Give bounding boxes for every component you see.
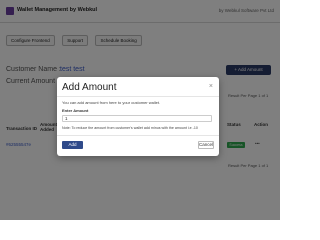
- amount-input[interactable]: [62, 115, 212, 122]
- modal-footer-divider: [57, 135, 219, 136]
- modal-note: Note: To reduce the amount from customer…: [62, 126, 198, 130]
- modal-description: You can add amount from here to your cus…: [62, 100, 161, 105]
- add-button[interactable]: Add: [62, 141, 83, 149]
- close-icon[interactable]: ×: [209, 83, 213, 90]
- add-amount-modal: Add Amount × You can add amount from her…: [57, 77, 219, 156]
- modal-divider: [57, 96, 219, 97]
- cancel-button[interactable]: Cancel: [198, 141, 214, 149]
- modal-title: Add Amount: [62, 82, 117, 93]
- amount-field-label: Enter Amount: [62, 108, 89, 113]
